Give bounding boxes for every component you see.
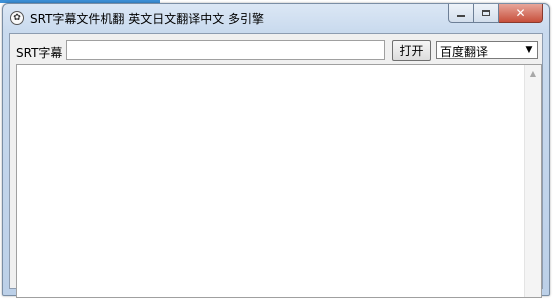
maximize-icon <box>482 10 490 16</box>
app-icon[interactable]: ✿ <box>10 11 24 25</box>
window-title: SRT字幕文件机翻 英文日文翻译中文 多引擎 <box>30 12 265 26</box>
close-icon: ✕ <box>515 6 526 20</box>
output-text-area[interactable]: ▲ <box>16 64 542 298</box>
vertical-scrollbar[interactable]: ▲ <box>524 65 541 297</box>
chevron-down-icon[interactable]: ▼ <box>522 43 536 57</box>
open-button[interactable]: 打开 <box>392 40 431 61</box>
scroll-up-arrow-icon[interactable]: ▲ <box>525 65 541 82</box>
maximize-button[interactable] <box>474 4 499 23</box>
minimize-icon <box>457 15 465 17</box>
app-window: ✿ SRT字幕文件机翻 英文日文翻译中文 多引擎 ✕ SRT字幕 打开 百度翻译… <box>2 3 550 298</box>
client-area: SRT字幕 打开 百度翻译 ▼ ▲ <box>9 33 543 298</box>
minimize-button[interactable] <box>448 4 474 23</box>
close-button[interactable]: ✕ <box>499 4 543 23</box>
translation-engine-value: 百度翻译 <box>440 45 489 59</box>
srt-file-label: SRT字幕 <box>16 46 63 60</box>
srt-file-path-input[interactable] <box>66 40 385 60</box>
title-bar[interactable]: ✿ SRT字幕文件机翻 英文日文翻译中文 多引擎 ✕ <box>3 4 549 32</box>
translation-engine-select[interactable]: 百度翻译 ▼ <box>436 41 538 59</box>
caption-buttons: ✕ <box>448 4 543 24</box>
